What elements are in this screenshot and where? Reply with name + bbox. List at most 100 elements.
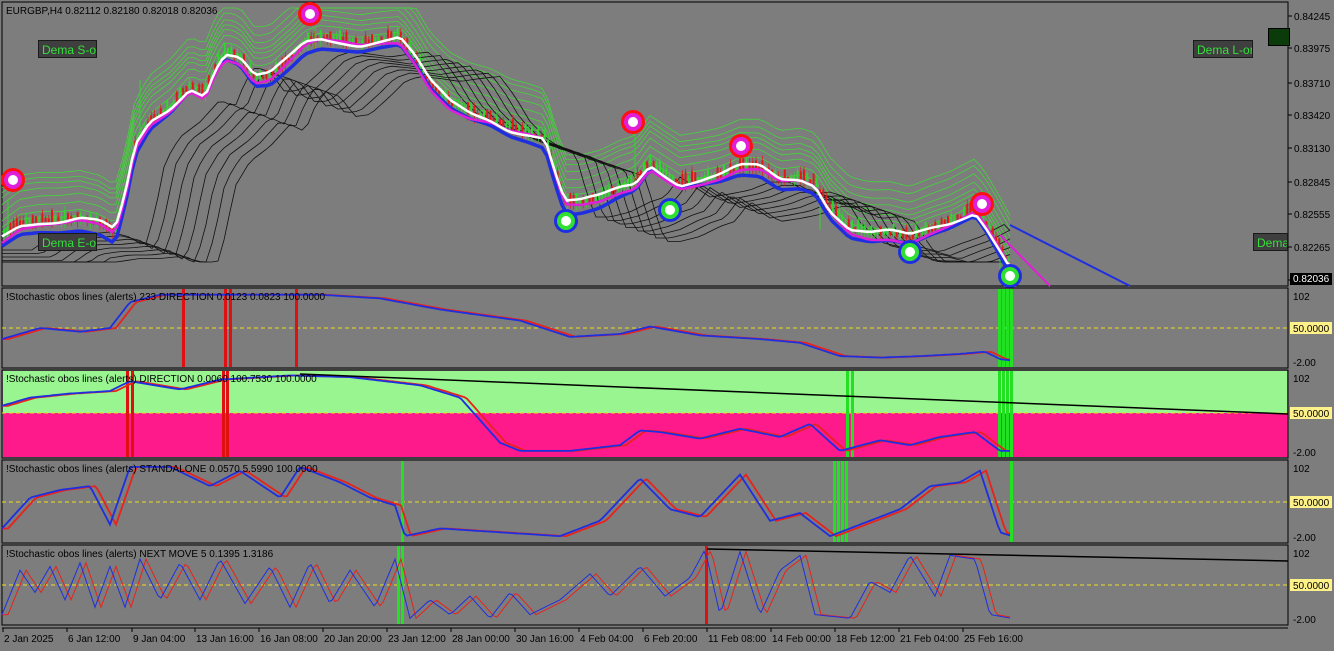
time-axis: 2 Jan 2025 6 Jan 12:00 9 Jan 04:00 13 Jan 1… bbox=[2, 627, 1288, 645]
candle-body bbox=[889, 232, 892, 236]
candle-body bbox=[687, 175, 690, 184]
candle-body bbox=[505, 123, 508, 129]
candle-body bbox=[195, 86, 197, 91]
time-tick-label: 23 Jan 12:00 bbox=[388, 634, 446, 645]
candle-body bbox=[19, 220, 21, 225]
candle-body bbox=[438, 90, 441, 95]
signal-bar-green bbox=[1010, 289, 1013, 367]
stochastic-panel-standalone[interactable]: !Stochastic obos lines (alerts) STANDALO… bbox=[1, 459, 1332, 544]
time-tick-label: 30 Jan 16:00 bbox=[516, 634, 574, 645]
candle-body bbox=[681, 173, 684, 185]
stochastic-panel-next-move[interactable]: !Stochastic obos lines (alerts) NEXT MOV… bbox=[1, 544, 1332, 626]
dema-e-toggle-button[interactable]: Dema E-on bbox=[38, 233, 97, 251]
candle-body bbox=[671, 175, 674, 181]
signal-bar-green bbox=[998, 371, 1001, 457]
panel-title: !Stochastic obos lines (alerts) DIRECTIO… bbox=[6, 374, 317, 385]
dema-s-toggle-button[interactable]: Dema S-on bbox=[38, 40, 97, 58]
time-tick-label: 13 Jan 16:00 bbox=[196, 634, 254, 645]
candle-body bbox=[921, 231, 924, 236]
status-indicator-box bbox=[1268, 28, 1290, 46]
candle-body bbox=[649, 154, 652, 166]
candle-body bbox=[806, 173, 809, 183]
oversold-zone bbox=[3, 413, 1287, 457]
candle-body bbox=[191, 82, 194, 90]
candle-body bbox=[47, 218, 50, 222]
price-tick-label: 0.83975 bbox=[1294, 44, 1331, 55]
signal-bar-green bbox=[846, 371, 849, 457]
price-axis: 0.84245 0.83975 0.83710 0.83420 0.83130 0.828… bbox=[1287, 2, 1331, 287]
panel-title: !Stochastic obos lines (alerts) STANDALO… bbox=[6, 464, 318, 475]
candle-body bbox=[38, 216, 41, 223]
candle-body bbox=[543, 129, 546, 140]
signal-bar-green bbox=[851, 371, 854, 457]
candle-body bbox=[835, 205, 837, 216]
signal-bar-green bbox=[397, 546, 400, 624]
candle-body bbox=[223, 43, 226, 56]
candle-body bbox=[371, 34, 373, 44]
main-price-panel[interactable] bbox=[1, 1, 1289, 287]
panel-mid-label: 50.0000 bbox=[1293, 409, 1330, 420]
candle-body bbox=[262, 75, 265, 79]
panel-title: !Stochastic obos lines (alerts) NEXT MOV… bbox=[6, 549, 274, 560]
candle-body bbox=[911, 234, 914, 239]
panel-mid-label: 50.0000 bbox=[1293, 324, 1330, 335]
price-tick-label: 0.82555 bbox=[1294, 210, 1331, 221]
panel-title: !Stochastic obos lines (alerts) 233 DIRE… bbox=[6, 292, 326, 303]
candle-body bbox=[201, 84, 204, 94]
candle-body bbox=[831, 201, 834, 213]
panel-max-label: 102 bbox=[1293, 464, 1310, 475]
signal-bar-green bbox=[1010, 371, 1013, 457]
symbol-info: EURGBP,H4 0.82112 0.82180 0.82018 0.8203… bbox=[6, 6, 218, 17]
trading-chart[interactable]: EURGBP,H4 0.82112 0.82180 0.82018 0.8203… bbox=[0, 0, 1334, 651]
candle-body bbox=[51, 210, 53, 222]
candle-body bbox=[188, 81, 191, 89]
candle-body bbox=[182, 88, 185, 96]
time-tick-label: 6 Feb 20:00 bbox=[644, 634, 698, 645]
panel-mid-label: 50.0000 bbox=[1293, 581, 1330, 592]
candle-body bbox=[54, 215, 57, 222]
time-tick-label: 9 Jan 04:00 bbox=[133, 634, 186, 645]
dema-u-toggle-button[interactable]: Dema U bbox=[1253, 233, 1288, 251]
signal-bar-green bbox=[1002, 371, 1005, 457]
buy-signal-core bbox=[665, 205, 675, 215]
time-tick-label: 2 Jan 2025 bbox=[4, 634, 54, 645]
panel-max-label: 102 bbox=[1293, 549, 1310, 560]
candle-body bbox=[659, 161, 661, 172]
candle-body bbox=[15, 218, 18, 228]
stochastic-panel-direction[interactable]: !Stochastic obos lines (alerts) DIRECTIO… bbox=[1, 369, 1332, 459]
time-tick-label: 18 Feb 12:00 bbox=[836, 634, 895, 645]
buy-signal-core bbox=[561, 216, 571, 226]
candle-body bbox=[198, 84, 201, 93]
candle-body bbox=[25, 217, 28, 225]
candle-body bbox=[684, 172, 687, 185]
sell-signal-core bbox=[977, 199, 987, 209]
candle-body bbox=[495, 115, 498, 124]
candle-body bbox=[908, 236, 911, 240]
panel-max-label: 102 bbox=[1293, 292, 1310, 303]
candle-body bbox=[508, 120, 511, 130]
time-tick-label: 4 Feb 04:00 bbox=[580, 634, 634, 645]
candle-body bbox=[364, 35, 367, 45]
candle-body bbox=[502, 120, 505, 127]
stochastic-panel-direction-233[interactable]: !Stochastic obos lines (alerts) 233 DIRE… bbox=[1, 287, 1332, 369]
price-tick-label: 0.83420 bbox=[1294, 111, 1331, 122]
signal-bar-green bbox=[841, 461, 844, 542]
price-tick-label: 0.83130 bbox=[1294, 144, 1331, 155]
candle-body bbox=[63, 210, 66, 222]
candle-body bbox=[675, 178, 677, 183]
candle-body bbox=[57, 216, 60, 222]
candle-body bbox=[815, 178, 818, 188]
panel-min-label: -2.00 bbox=[1293, 615, 1316, 626]
candle-body bbox=[185, 85, 188, 92]
time-tick-label: 14 Feb 00:00 bbox=[772, 634, 831, 645]
time-tick-label: 21 Feb 04:00 bbox=[900, 634, 959, 645]
time-tick-label: 28 Jan 00:00 bbox=[452, 634, 510, 645]
dema-l-toggle-button[interactable]: Dema L-on bbox=[1193, 40, 1253, 58]
candle-body bbox=[22, 220, 25, 225]
candle-body bbox=[646, 161, 649, 169]
sell-signal-core bbox=[628, 117, 638, 127]
time-tick-label: 16 Jan 08:00 bbox=[260, 634, 318, 645]
price-tick-label: 0.82845 bbox=[1294, 178, 1331, 189]
panel-min-label: -2.00 bbox=[1293, 448, 1316, 459]
candle-body bbox=[31, 215, 34, 224]
